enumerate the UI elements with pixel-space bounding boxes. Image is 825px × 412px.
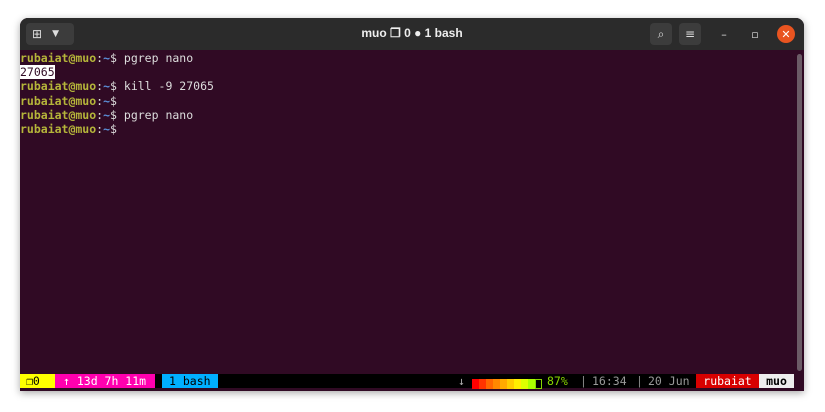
battery-cell [535, 378, 542, 389]
prompt-line: rubaiat@muo:~$ [20, 93, 117, 108]
battery-bar [472, 376, 542, 389]
clock-time: 16:34 [592, 374, 627, 388]
command: kill -9 27065 [116, 79, 214, 94]
command: pgrep nano [116, 51, 194, 65]
close-button[interactable]: ✕ [777, 25, 795, 43]
search-button[interactable]: ⌕ [650, 23, 672, 45]
prompt-path: ~ [103, 107, 111, 122]
battery-cell [521, 378, 528, 389]
prompt-user: rubaiat@muo [20, 79, 97, 94]
prompt-line: rubaiat@muo:~$ pgrep nano [20, 107, 194, 122]
title-bar: ⊞ ▼ muo ❐ 0 ● 1 bash ⌕ ≡ – ▫ ✕ [20, 18, 804, 50]
uptime: ↑ 13d 7h 11m [55, 374, 155, 388]
output-line: 27065 [20, 65, 794, 80]
search-icon: ⌕ [657, 26, 665, 41]
battery-cell [493, 378, 500, 389]
separator: | [636, 374, 643, 388]
prompt-user: rubaiat@muo [20, 107, 97, 122]
battery-percent: 87% [547, 374, 568, 388]
battery-cell [507, 378, 514, 389]
prompt-user: rubaiat@muo [20, 121, 97, 136]
prompt-path: ~ [103, 51, 111, 65]
prompt-user: rubaiat@muo [20, 93, 97, 108]
command: pgrep nano [116, 107, 194, 122]
window-tab-1-bash[interactable]: 1 bash [162, 374, 218, 388]
battery-cell [500, 378, 507, 389]
battery-cell [479, 378, 486, 389]
tmux-status-bar: ❐0 ↑ 13d 7h 11m 1 bash ↓ 87% | 16:34 | 2… [20, 374, 794, 389]
prompt-symbol: $ [110, 51, 117, 65]
status-user: rubaiat [696, 374, 759, 388]
battery-cell [486, 378, 493, 389]
hamburger-icon: ≡ [684, 27, 696, 41]
terminal-window: ⊞ ▼ muo ❐ 0 ● 1 bash ⌕ ≡ – ▫ ✕ rubaiat@m… [20, 18, 804, 391]
battery-cell [514, 378, 521, 389]
scrollbar[interactable] [797, 54, 802, 371]
separator: | [580, 374, 587, 388]
prompt-symbol: $ [110, 79, 117, 94]
battery-cell [472, 378, 479, 389]
prompt-path: ~ [103, 121, 111, 136]
prompt-line: rubaiat@muo:~$ kill -9 27065 [20, 79, 214, 94]
menu-button[interactable]: ≡ [679, 23, 701, 45]
maximize-button[interactable]: ▫ [746, 25, 764, 43]
date: 20 Jun [648, 374, 690, 388]
minimize-button[interactable]: – [715, 25, 733, 43]
prompt-line: rubaiat@muo:~$ pgrep nano [20, 51, 194, 65]
prompt-path: ~ [103, 93, 111, 108]
download-arrow-icon: ↓ [458, 374, 465, 388]
prompt-path: ~ [103, 79, 111, 94]
terminal-output[interactable]: rubaiat@muo:~$ pgrep nano 27065 rubaiat@… [20, 51, 794, 373]
prompt-symbol: $ [110, 93, 117, 108]
status-host: muo [759, 374, 794, 388]
command-output: 27065 [20, 65, 55, 80]
prompt-user: rubaiat@muo [20, 51, 97, 65]
prompt-symbol: $ [110, 121, 117, 136]
session-indicator: ❐0 [20, 374, 55, 388]
prompt-line: rubaiat@muo:~$ [20, 121, 117, 136]
battery-cell [528, 378, 535, 389]
prompt-symbol: $ [110, 107, 117, 122]
